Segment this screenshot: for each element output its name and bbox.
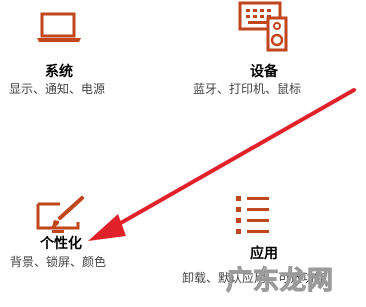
watermark-text: 广东龙网 [225, 266, 335, 297]
